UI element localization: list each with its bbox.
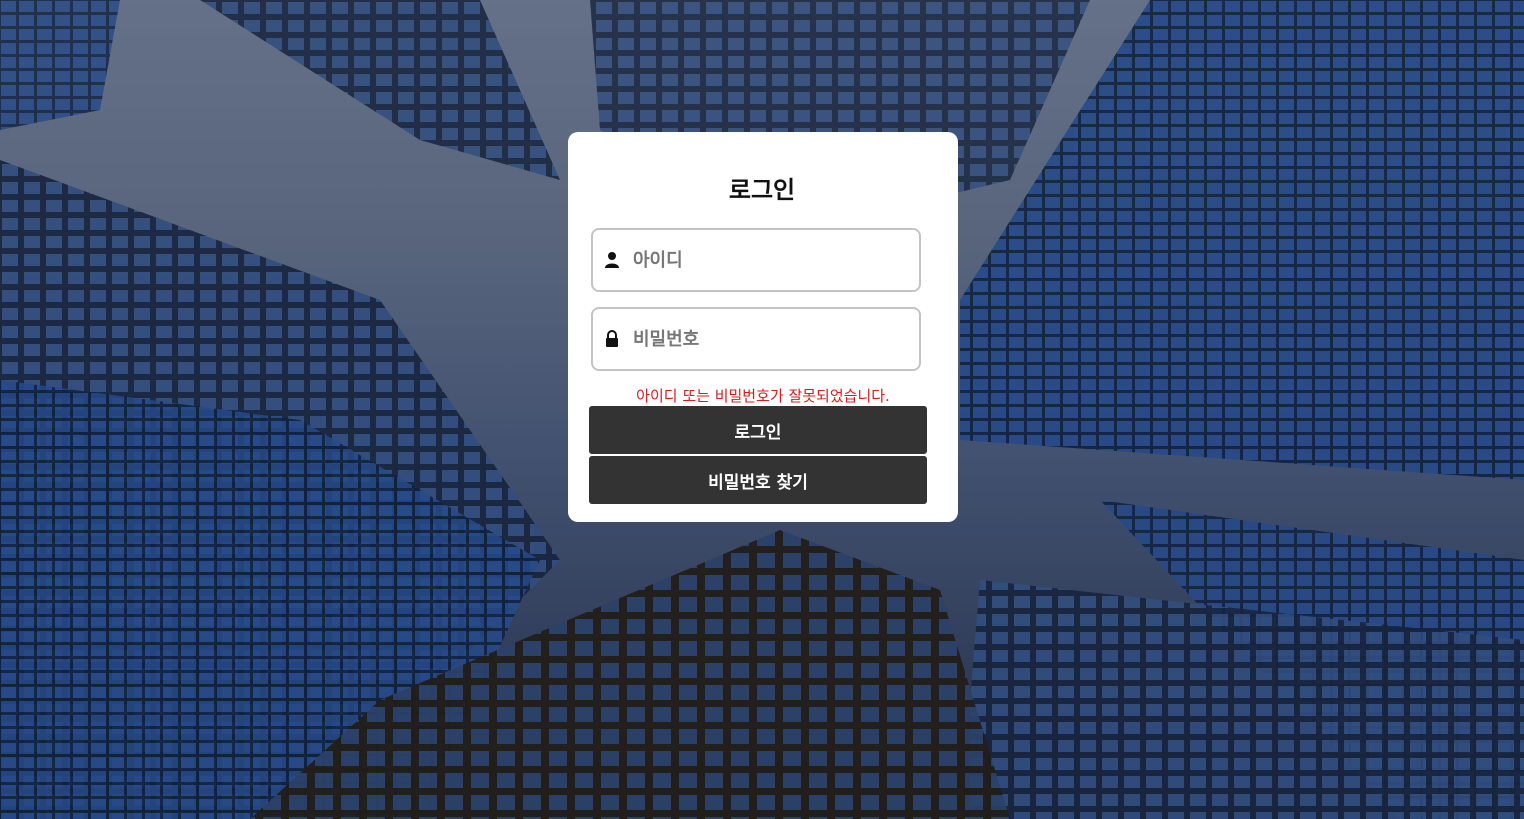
user-icon [605, 252, 619, 268]
lock-icon [606, 330, 618, 347]
password-input[interactable] [633, 319, 903, 359]
password-field[interactable] [591, 307, 921, 371]
login-button[interactable]: 로그인 [589, 406, 927, 454]
page-title: 로그인 [728, 176, 796, 204]
username-input[interactable] [633, 240, 903, 280]
username-field[interactable] [591, 228, 921, 292]
find-password-button[interactable]: 비밀번호 찾기 [589, 456, 927, 504]
error-message: 아이디 또는 비밀번호가 잘못되었습니다. [636, 387, 890, 405]
